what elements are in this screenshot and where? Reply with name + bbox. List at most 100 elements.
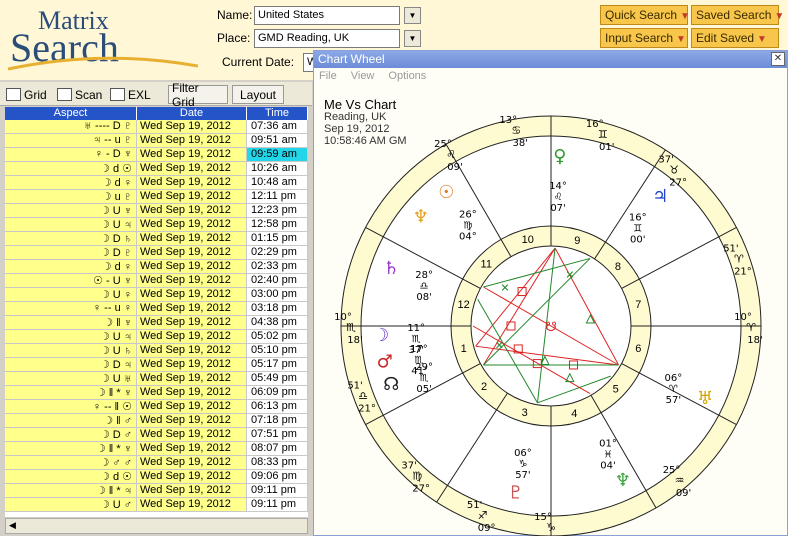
planet-sign-icon: ♊ — [633, 224, 642, 235]
table-row[interactable]: ♅ ---- D ♇ Wed Sep 19, 2012 07:36 am — [5, 120, 308, 134]
cusp-sign-icon: ♍ — [412, 470, 422, 483]
table-row[interactable]: ☽ ‖ * ♆ Wed Sep 19, 2012 06:09 pm — [5, 386, 308, 400]
table-row[interactable]: ☽ U ♅ Wed Sep 19, 2012 05:49 pm — [5, 372, 308, 386]
cell-aspect: ♃ -- u ♇ — [5, 134, 137, 147]
grid-view-button[interactable]: Grid — [3, 85, 50, 104]
cell-date: Wed Sep 19, 2012 — [137, 274, 247, 287]
filter-grid-button[interactable]: Filter Grid — [168, 81, 228, 109]
chart-wheel-titlebar[interactable]: Chart Wheel ✕ — [314, 51, 787, 68]
table-row[interactable]: ☽ d ☉ Wed Sep 19, 2012 09:06 pm — [5, 470, 308, 484]
scroll-left-icon[interactable]: ◀ — [9, 520, 16, 531]
input-search-label: Input Search — [605, 31, 674, 45]
house-number: 8 — [615, 261, 621, 273]
table-row[interactable]: ☽ ‖ ♂ Wed Sep 19, 2012 07:18 pm — [5, 414, 308, 428]
planet-sign-icon: ♈ — [669, 384, 678, 395]
table-row[interactable]: ☽ U ♀ Wed Sep 19, 2012 03:00 pm — [5, 288, 308, 302]
planet-minutes: 07' — [550, 203, 565, 214]
planet-glyph-icon: ♅ — [697, 388, 713, 409]
quick-search-button[interactable]: Quick Search ▼ — [600, 5, 690, 25]
table-row[interactable]: ☽ D ♇ Wed Sep 19, 2012 02:29 pm — [5, 246, 308, 260]
planet-minutes: 57' — [666, 395, 681, 406]
cusp-minutes: 09' — [676, 488, 691, 499]
input-search-button[interactable]: Input Search ▼ — [600, 28, 688, 48]
table-row[interactable]: ☽ D ♄ Wed Sep 19, 2012 01:15 pm — [5, 232, 308, 246]
column-header-date[interactable]: Date — [137, 107, 247, 120]
cell-time: 09:59 am — [247, 148, 308, 161]
table-row[interactable]: ♀ -- ‖ ☉ Wed Sep 19, 2012 06:13 pm — [5, 400, 308, 414]
cell-aspect: ♀ -- u ♀ — [5, 302, 137, 315]
planet-minutes: 04° — [459, 232, 477, 243]
layout-button[interactable]: Layout — [232, 85, 284, 104]
house-number: 10 — [522, 234, 534, 246]
cell-time: 08:33 pm — [247, 456, 308, 469]
center-node-icon: ☋ — [545, 319, 557, 334]
close-icon[interactable]: ✕ — [771, 52, 785, 66]
table-row[interactable]: ☽ U ♄ Wed Sep 19, 2012 05:10 pm — [5, 344, 308, 358]
cell-time: 05:17 pm — [247, 358, 308, 371]
cell-date: Wed Sep 19, 2012 — [137, 204, 247, 217]
cell-aspect: ☽ ‖ ♂ — [5, 414, 137, 427]
cell-date: Wed Sep 19, 2012 — [137, 456, 247, 469]
table-row[interactable]: ☽ U ♆ Wed Sep 19, 2012 12:23 pm — [5, 204, 308, 218]
place-field[interactable]: GMD Reading, UK — [254, 29, 400, 48]
menu-view[interactable]: View — [351, 70, 375, 84]
menu-file[interactable]: File — [319, 70, 337, 84]
cusp-sign-icon: ♈ — [746, 321, 756, 334]
cell-aspect: ☽ U ♅ — [5, 372, 137, 385]
table-row[interactable]: ☽ ‖ ♆ Wed Sep 19, 2012 04:38 pm — [5, 316, 308, 330]
saved-search-button[interactable]: Saved Search ▼ — [691, 5, 784, 25]
table-row[interactable]: ☽ d ♀ Wed Sep 19, 2012 02:33 pm — [5, 260, 308, 274]
cell-time: 10:26 am — [247, 162, 308, 175]
table-row[interactable]: ☽ D ♃ Wed Sep 19, 2012 05:17 pm — [5, 358, 308, 372]
cusp-minutes: 18' — [347, 335, 362, 346]
cell-date: Wed Sep 19, 2012 — [137, 148, 247, 161]
planet-sign-icon: ♑ — [518, 459, 527, 470]
table-row[interactable]: ☽ d ♀ Wed Sep 19, 2012 10:48 am — [5, 176, 308, 190]
house-number: 2 — [481, 381, 487, 393]
table-row[interactable]: ♀ -- u ♀ Wed Sep 19, 2012 03:18 pm — [5, 302, 308, 316]
exl-button[interactable]: EXL — [107, 85, 154, 104]
planet-glyph-icon: ♃ — [652, 186, 668, 207]
table-row[interactable]: ☽ d ☉ Wed Sep 19, 2012 10:26 am — [5, 162, 308, 176]
planet-glyph-icon: ☊ — [383, 374, 399, 395]
cell-time: 09:51 am — [247, 134, 308, 147]
table-row[interactable]: ☽ D ♂ Wed Sep 19, 2012 07:51 pm — [5, 428, 308, 442]
cell-date: Wed Sep 19, 2012 — [137, 162, 247, 175]
house-number: 6 — [635, 343, 641, 355]
cell-aspect: ☽ d ☉ — [5, 470, 137, 483]
grid-label: Grid — [24, 87, 47, 102]
table-row[interactable]: ☽ ‖ * ♃ Wed Sep 19, 2012 09:11 pm — [5, 484, 308, 498]
cell-date: Wed Sep 19, 2012 — [137, 414, 247, 427]
horizontal-scrollbar[interactable]: ◀ — [5, 518, 308, 534]
menu-options[interactable]: Options — [388, 70, 426, 84]
table-row[interactable]: ☽ ‖ * ♆ Wed Sep 19, 2012 08:07 pm — [5, 442, 308, 456]
table-row[interactable]: ☽ ♂ ♂ Wed Sep 19, 2012 08:33 pm — [5, 456, 308, 470]
table-row[interactable]: ☽ U ♂ Wed Sep 19, 2012 09:11 pm — [5, 498, 308, 512]
cell-aspect: ☽ U ♂ — [5, 498, 137, 511]
planet-degree: 16° — [629, 213, 647, 224]
table-row[interactable]: ♀ - D ♆ Wed Sep 19, 2012 09:59 am — [5, 148, 308, 162]
scan-button[interactable]: Scan — [54, 85, 105, 104]
column-header-aspect[interactable]: Aspect — [5, 107, 137, 120]
name-field[interactable]: United States — [254, 6, 400, 25]
table-row[interactable]: ☽ U ♃ Wed Sep 19, 2012 12:58 pm — [5, 218, 308, 232]
cusp-sign-icon: ♊ — [598, 128, 608, 141]
table-row[interactable]: ☉ - U ♆ Wed Sep 19, 2012 02:40 pm — [5, 274, 308, 288]
table-row[interactable]: ♃ -- u ♇ Wed Sep 19, 2012 09:51 am — [5, 134, 308, 148]
cusp-minutes: 18' — [747, 335, 762, 346]
planet-minutes: 05' — [416, 384, 431, 395]
cusp-minutes: 21° — [358, 403, 376, 414]
cell-time: 02:33 pm — [247, 260, 308, 273]
column-header-time[interactable]: Time — [247, 107, 308, 120]
table-row[interactable]: ☽ u ♇ Wed Sep 19, 2012 12:11 pm — [5, 190, 308, 204]
place-dropdown-icon[interactable]: ▼ — [404, 30, 421, 47]
name-dropdown-icon[interactable]: ▼ — [404, 7, 421, 24]
table-row[interactable]: ☽ U ♃ Wed Sep 19, 2012 05:02 pm — [5, 330, 308, 344]
planet-sign-icon: ♎ — [420, 281, 429, 292]
edit-saved-button[interactable]: Edit Saved ▼ — [691, 28, 779, 48]
cell-time: 04:38 pm — [247, 316, 308, 329]
planet-degree: 11° — [407, 323, 425, 334]
planet-degree: 06° — [664, 373, 682, 384]
planet-glyph-icon: ♀ — [553, 146, 566, 167]
cell-date: Wed Sep 19, 2012 — [137, 330, 247, 343]
